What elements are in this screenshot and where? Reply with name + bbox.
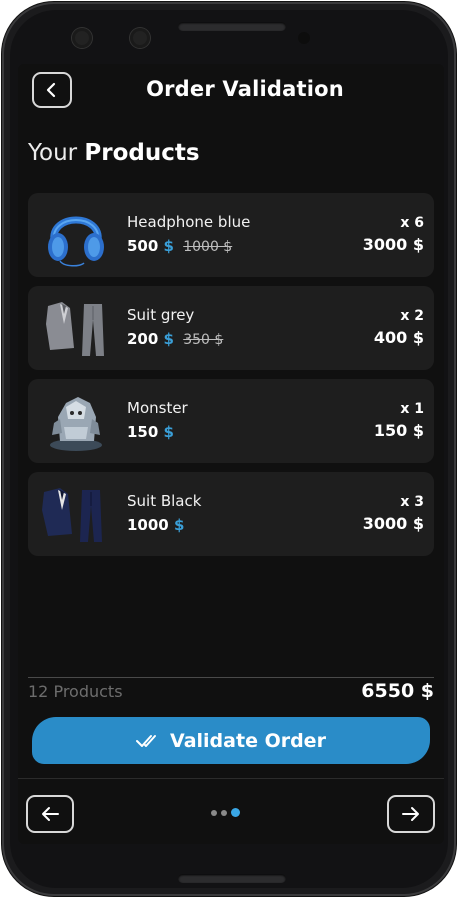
validate-order-button[interactable]: Validate Order	[32, 717, 430, 764]
old-price: 1000 $	[183, 239, 233, 255]
double-check-icon	[136, 734, 157, 747]
sensor-icon	[130, 28, 150, 48]
old-price: 350 $	[183, 332, 224, 348]
product-quantity: x 1	[400, 401, 424, 417]
product-name: Suit Black	[127, 492, 202, 510]
previous-button[interactable]	[26, 795, 74, 833]
summary-divider	[28, 677, 434, 678]
product-line-total: 3000 $	[362, 514, 424, 533]
currency-symbol: $	[173, 516, 185, 534]
grey-suit-image	[46, 302, 104, 356]
product-price: 500 $ 1000 $	[127, 237, 232, 255]
headphones-image	[48, 216, 104, 267]
product-line-total: 400 $	[373, 328, 424, 347]
section-title-main: Products	[84, 140, 200, 166]
currency-symbol: $	[163, 237, 174, 255]
phone-frame: Order Validation Your Products Headphone…	[2, 2, 456, 896]
page-dot	[211, 809, 217, 816]
currency-symbol: $	[163, 423, 174, 441]
monster-figure-image	[50, 397, 102, 451]
product-quantity: x 6	[400, 215, 424, 231]
product-line-total: 150 $	[373, 421, 424, 440]
front-camera-icon	[72, 28, 92, 48]
page-dot-active	[231, 808, 240, 817]
proximity-sensor-icon	[298, 32, 310, 44]
validate-order-label: Validate Order	[170, 729, 326, 752]
product-quantity: x 3	[400, 494, 424, 510]
page-title: Order Validation	[146, 77, 344, 101]
earpiece-speaker	[178, 22, 286, 31]
page-dot	[221, 809, 227, 816]
product-price: 1000 $	[127, 516, 184, 534]
product-name: Monster	[127, 399, 188, 417]
section-title: Your Products	[28, 140, 200, 166]
price-value: 500	[127, 237, 159, 255]
price-value: 1000	[127, 516, 169, 534]
product-line-total: 3000 $	[362, 235, 424, 254]
product-price: 200 $ 350 $	[127, 330, 223, 348]
product-price: 150 $	[127, 423, 174, 441]
page-indicator	[211, 808, 240, 817]
footer-divider	[18, 778, 444, 779]
product-card[interactable]: Monster 150 $ x 1 150 $	[28, 379, 434, 463]
price-value: 150	[127, 423, 159, 441]
product-card[interactable]: Headphone blue 500 $ 1000 $ x 6 3000 $	[28, 193, 434, 277]
product-card[interactable]: Suit grey 200 $ 350 $ x 2 400 $	[28, 286, 434, 370]
black-suit-image	[42, 488, 102, 542]
product-name: Headphone blue	[127, 213, 251, 231]
arrow-left-icon	[42, 807, 59, 821]
product-count: 12 Products	[28, 682, 123, 701]
product-name: Suit grey	[127, 306, 195, 324]
bottom-speaker	[178, 874, 286, 883]
arrow-right-icon	[402, 807, 419, 821]
currency-symbol: $	[163, 330, 174, 348]
order-total: 6550 $	[361, 680, 434, 702]
section-title-prefix: Your	[28, 140, 78, 166]
product-card[interactable]: Suit Black 1000 $ x 3 3000 $	[28, 472, 434, 556]
price-value: 200	[127, 330, 159, 348]
product-quantity: x 2	[400, 308, 424, 324]
next-button[interactable]	[387, 795, 435, 833]
app-screen: Order Validation Your Products Headphone…	[18, 64, 444, 844]
